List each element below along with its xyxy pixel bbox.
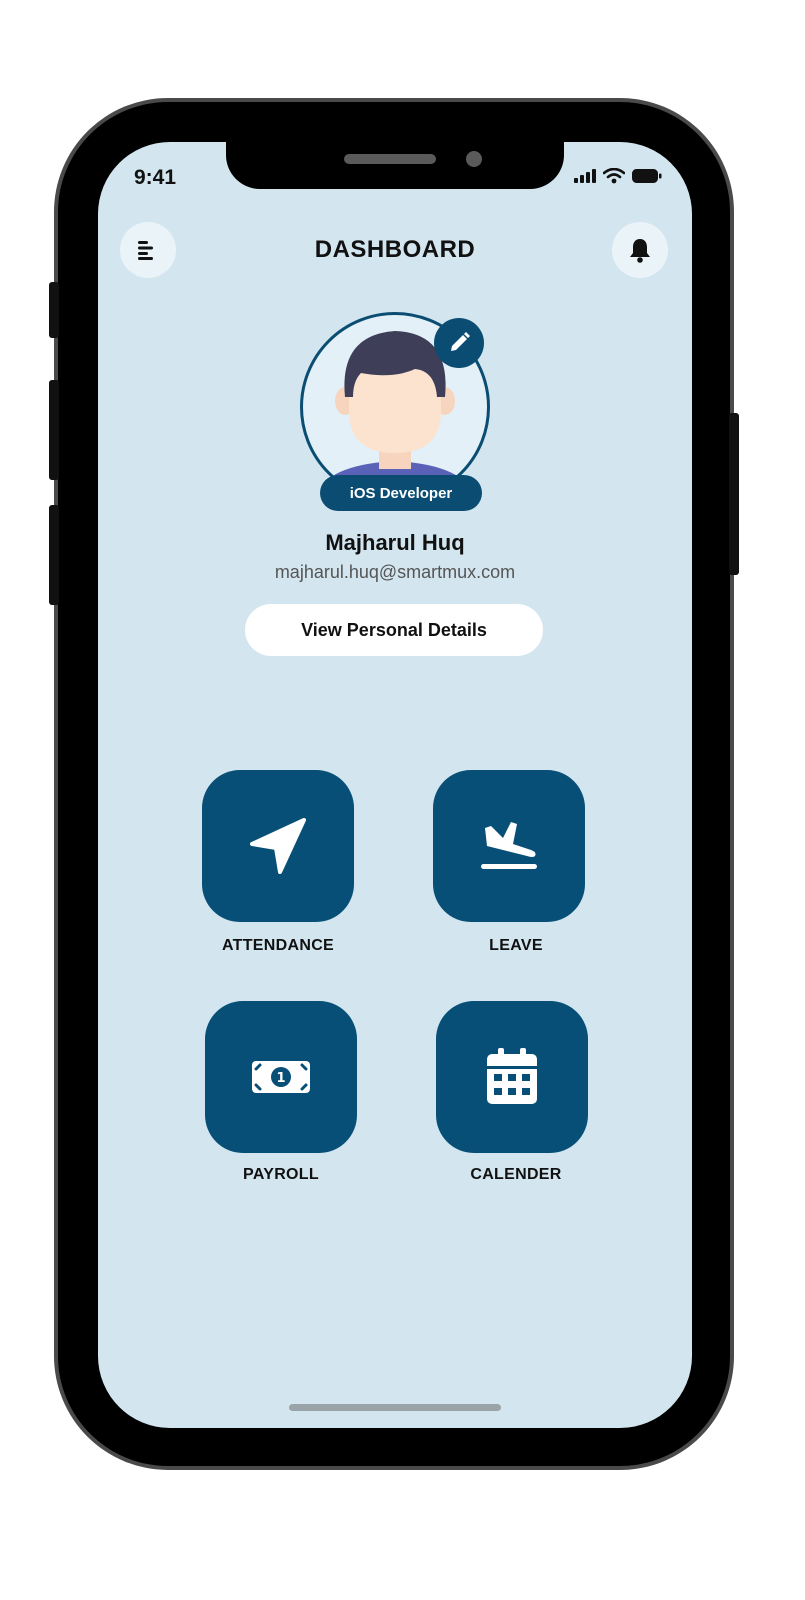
bell-icon [630, 239, 650, 263]
pencil-icon [451, 332, 470, 351]
attendance-label: ATTENDANCE [221, 937, 335, 954]
wifi-icon [603, 168, 625, 184]
edit-profile-button[interactable] [434, 318, 484, 368]
user-name: Majharul Huq [325, 530, 465, 555]
page-title: DASHBOARD [314, 236, 476, 263]
home-indicator[interactable] [289, 1404, 501, 1411]
notification-button[interactable] [612, 222, 668, 278]
calendar-icon [487, 1048, 537, 1104]
view-personal-details-button[interactable]: View Personal Details [245, 604, 543, 656]
plane-landing-icon [481, 822, 537, 869]
front-camera [466, 151, 482, 167]
money-bill-icon: 1 [252, 1061, 310, 1093]
volume-down-button [49, 505, 59, 605]
leave-tile[interactable] [433, 770, 585, 922]
speaker-grill [344, 154, 436, 164]
calender-tile[interactable] [436, 1001, 588, 1153]
mute-switch [49, 282, 59, 338]
volume-up-button [49, 380, 59, 480]
attendance-tile[interactable] [202, 770, 354, 922]
cellular-signal-icon [574, 169, 596, 183]
user-email: majharul.huq@smartmux.com [274, 562, 516, 582]
role-badge: iOS Developer [320, 475, 482, 511]
payroll-tile[interactable]: 1 [205, 1001, 357, 1153]
status-icons [574, 168, 662, 184]
leave-label: LEAVE [489, 937, 543, 954]
calender-label: CALENDER [470, 1166, 562, 1183]
status-time: 9:41 [134, 166, 177, 189]
mockup-stage: 9:41 DASHBOARD iOS Developer Majharul Hu… [0, 0, 805, 1600]
svg-text:1: 1 [276, 1071, 285, 1086]
navigation-arrow-icon [250, 818, 306, 874]
battery-icon [632, 169, 662, 183]
notch [226, 142, 564, 189]
app-screen: 9:41 DASHBOARD iOS Developer Majharul Hu… [98, 142, 692, 1428]
payroll-label: PAYROLL [243, 1166, 319, 1183]
power-button [729, 413, 739, 575]
